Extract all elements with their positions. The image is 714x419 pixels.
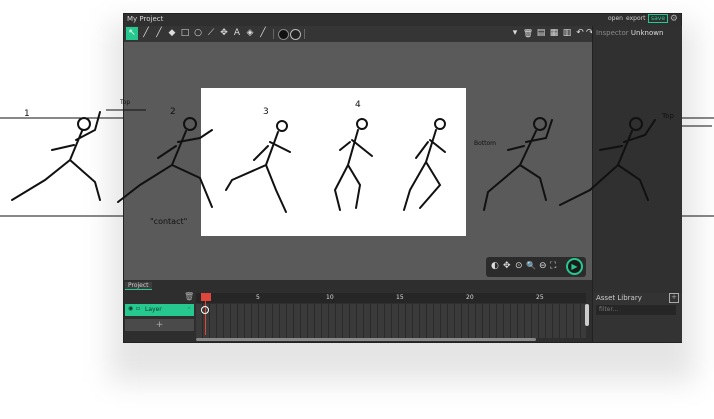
pan-icon[interactable]: ✥ xyxy=(503,261,511,271)
asset-library-title: Asset Library xyxy=(596,294,642,302)
keyframe[interactable] xyxy=(201,306,209,314)
line-tool-icon[interactable]: ⟋ xyxy=(205,27,217,40)
asset-library-panel: Asset Library + filter... xyxy=(592,293,682,342)
frame-ruler[interactable]: 5 10 15 20 25 xyxy=(196,293,586,303)
frame-label: 25 xyxy=(536,294,544,301)
fill-tool-icon[interactable]: ◈ xyxy=(244,27,256,40)
inspector-header: Inspector Unknown xyxy=(596,29,663,37)
lock-icon[interactable]: ▫ xyxy=(136,305,140,312)
stage-area[interactable]: ◐ ✥ ⊙ 🔍 ⊖ ⛶ ▶ xyxy=(124,42,592,280)
project-title: My Project xyxy=(127,15,164,23)
search-icon[interactable]: 🔍 xyxy=(526,261,536,270)
undo-icon[interactable]: ↶ xyxy=(574,27,586,40)
toolbar-divider xyxy=(304,29,305,39)
inspector-selection: Unknown xyxy=(630,29,664,37)
title-bar: My Project open export save ⚙ xyxy=(124,14,681,26)
ellipse-tool-icon[interactable]: ○ xyxy=(192,27,204,40)
frame-grid[interactable] xyxy=(196,304,586,338)
toolbar-divider xyxy=(273,29,274,39)
vertical-scrollbar[interactable] xyxy=(585,304,589,326)
delete-icon[interactable]: 🗑 xyxy=(522,27,534,40)
copy-icon[interactable]: ▤ xyxy=(535,27,547,40)
layer-row[interactable]: ◉ ▫ Layer ◦ xyxy=(125,304,194,316)
transform-tool-icon[interactable]: ✥ xyxy=(218,27,230,40)
duplicate-icon[interactable]: ▥ xyxy=(561,27,573,40)
tab-project[interactable]: Project xyxy=(125,282,152,290)
export-button[interactable]: export xyxy=(626,15,645,22)
open-button[interactable]: open xyxy=(608,15,623,22)
drawing-canvas[interactable] xyxy=(201,88,466,236)
playhead[interactable] xyxy=(201,293,211,301)
text-tool-icon[interactable]: A xyxy=(231,27,243,40)
paste-icon[interactable]: ▦ xyxy=(548,27,560,40)
app-window: My Project open export save ⚙ ↖ ╱ ╱ ◆ □ … xyxy=(123,13,682,343)
toolbar: ↖ ╱ ╱ ◆ □ ○ ⟋ ✥ A ◈ ╱ ▾ 🗑 ▤ ▦ ▥ ↶ ↷ xyxy=(124,26,594,42)
eraser-tool-icon[interactable]: ◆ xyxy=(166,27,178,40)
eye-icon[interactable]: ◉ xyxy=(128,305,133,312)
frame-label: 10 xyxy=(326,294,334,301)
add-asset-icon[interactable]: + xyxy=(669,293,679,303)
gear-icon[interactable]: ⚙ xyxy=(670,14,678,24)
zoom-in-icon[interactable]: ⊙ xyxy=(515,261,523,271)
trash-icon[interactable]: 🗑 xyxy=(184,292,194,301)
eyedropper-tool-icon[interactable]: ╱ xyxy=(257,27,269,40)
brush-tool-icon[interactable]: ╱ xyxy=(140,27,152,40)
layer-name: Layer xyxy=(145,306,162,313)
onion-skin-icon[interactable]: ◐ xyxy=(491,261,499,271)
play-button[interactable]: ▶ xyxy=(566,258,583,275)
fill-color-swatch[interactable] xyxy=(290,29,301,40)
layer-options-icon[interactable]: ◦ xyxy=(187,305,191,312)
frame-label: 20 xyxy=(466,294,474,301)
timeline-panel: Project 🗑 5 10 15 20 25 ◉ ▫ Layer ◦ + xyxy=(124,280,592,342)
fullscreen-icon[interactable]: ⛶ xyxy=(550,261,556,271)
add-layer-button[interactable]: + xyxy=(125,319,194,331)
stroke-color-swatch[interactable] xyxy=(278,29,289,40)
horizontal-scrollbar[interactable] xyxy=(196,338,536,341)
inspector-label: Inspector xyxy=(596,29,629,37)
pencil-tool-icon[interactable]: ╱ xyxy=(153,27,165,40)
asset-search-input[interactable]: filter... xyxy=(596,305,676,315)
select-tool-icon[interactable]: ↖ xyxy=(126,27,138,40)
save-button[interactable]: save xyxy=(648,14,669,23)
zoom-out-icon[interactable]: ⊖ xyxy=(539,261,547,271)
frame-label: 15 xyxy=(396,294,404,301)
view-navigator: ◐ ✥ ⊙ 🔍 ⊖ ⛶ ▶ xyxy=(486,257,586,277)
frame-label: 5 xyxy=(256,294,260,301)
dropdown-icon[interactable]: ▾ xyxy=(509,27,521,40)
rectangle-tool-icon[interactable]: □ xyxy=(179,27,191,40)
